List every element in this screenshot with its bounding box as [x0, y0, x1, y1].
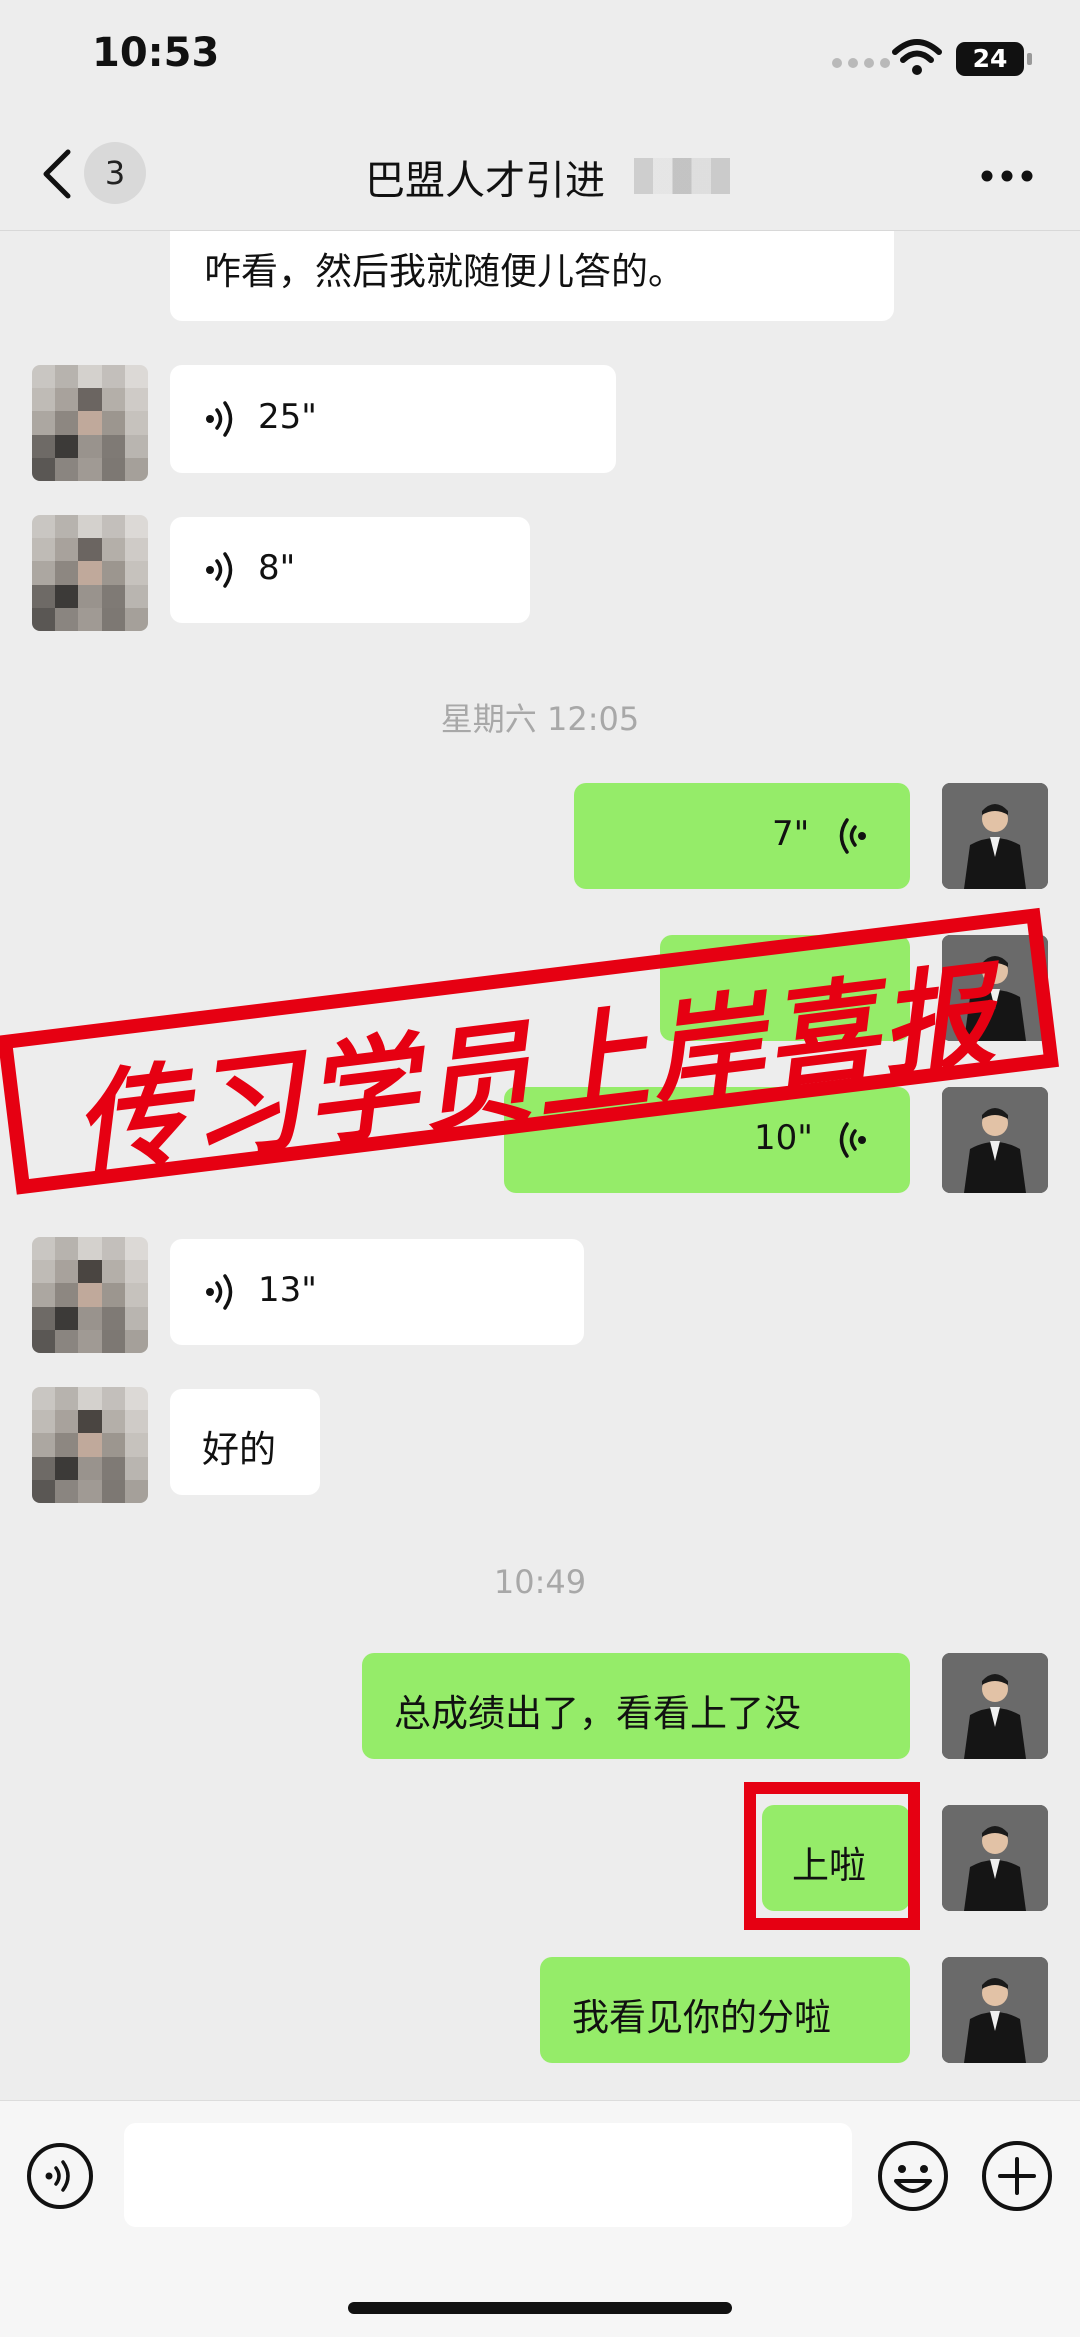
message-bubble-received[interactable]: 好的	[170, 1389, 320, 1495]
voice-duration: 8"	[258, 548, 296, 588]
voice-message-sent[interactable]: 7"	[574, 783, 910, 889]
home-indicator[interactable]	[348, 2302, 732, 2314]
message-bubble-sent[interactable]: 总成绩出了，看看上了没	[362, 1653, 910, 1759]
my-avatar[interactable]	[942, 1957, 1048, 2063]
timestamp: 星期六 12:05	[440, 700, 640, 738]
voice-message-received[interactable]: 13"	[170, 1239, 584, 1345]
voice-duration: 25"	[258, 397, 317, 437]
back-arrow-icon[interactable]	[38, 146, 78, 202]
contact-avatar[interactable]	[32, 1237, 148, 1353]
voice-wave-icon	[839, 1122, 866, 1158]
voice-wave-icon	[206, 1274, 233, 1310]
highlight-frame	[744, 1782, 920, 1930]
voice-duration: 10"	[754, 1118, 813, 1158]
title-mosaic	[634, 158, 730, 194]
wifi-icon	[892, 39, 942, 75]
voice-wave-icon	[206, 401, 233, 437]
contact-avatar[interactable]	[32, 1387, 148, 1503]
person-silhouette-icon	[942, 1087, 1048, 1193]
battery-indicator: 24	[956, 42, 1024, 76]
voice-wave-icon	[839, 818, 866, 854]
my-avatar[interactable]	[942, 1805, 1048, 1911]
message-bubble-sent[interactable]: 我看见你的分啦	[540, 1957, 910, 2063]
status-bar: 10:53 24	[0, 0, 1080, 120]
message-input[interactable]	[124, 2123, 852, 2227]
contact-avatar[interactable]	[32, 365, 148, 481]
voice-message-received[interactable]: 8"	[170, 517, 530, 623]
chat-screen: 10:53 24 3 巴盟人才引进 ▀▀▀ ▀▀▀ ▀▀ ▀▀ ▀ ▀▀▀ ▀▀	[0, 0, 1080, 2337]
message-text: 总成绩出了，看看上了没	[394, 1692, 801, 1735]
timestamp: 10:49	[493, 1563, 587, 1601]
my-avatar[interactable]	[942, 783, 1048, 889]
person-silhouette-icon	[942, 1805, 1048, 1911]
voice-wave-icon	[206, 552, 233, 588]
person-silhouette-icon	[942, 1653, 1048, 1759]
message-text: 我看见你的分啦	[572, 1996, 831, 2039]
emoji-icon[interactable]	[876, 2139, 950, 2213]
message-text: 咋看，然后我就随便儿答的。	[204, 250, 685, 293]
plus-icon[interactable]	[980, 2139, 1054, 2213]
message-text: 好的	[202, 1428, 276, 1471]
more-options-icon[interactable]	[980, 168, 1034, 184]
voice-duration: 13"	[258, 1270, 317, 1310]
message-bubble-received[interactable]: ▀▀▀ ▀▀▀ ▀▀ ▀▀ ▀ ▀▀▀ ▀▀ 咋看，然后我就随便儿答的。	[170, 231, 894, 321]
person-silhouette-icon	[942, 783, 1048, 889]
battery-cap	[1027, 53, 1032, 65]
nav-bar: 3 巴盟人才引进	[0, 120, 1080, 231]
chat-title: 巴盟人才引进	[365, 158, 605, 204]
my-avatar[interactable]	[942, 1087, 1048, 1193]
unread-count-badge[interactable]: 3	[84, 142, 146, 204]
voice-input-icon[interactable]	[25, 2141, 95, 2211]
voice-message-received[interactable]: 25"	[170, 365, 616, 473]
person-silhouette-icon	[942, 1957, 1048, 2063]
status-time: 10:53	[92, 30, 220, 76]
my-avatar[interactable]	[942, 1653, 1048, 1759]
signal-icon	[832, 58, 890, 68]
contact-avatar[interactable]	[32, 515, 148, 631]
voice-duration: 7"	[772, 814, 810, 854]
